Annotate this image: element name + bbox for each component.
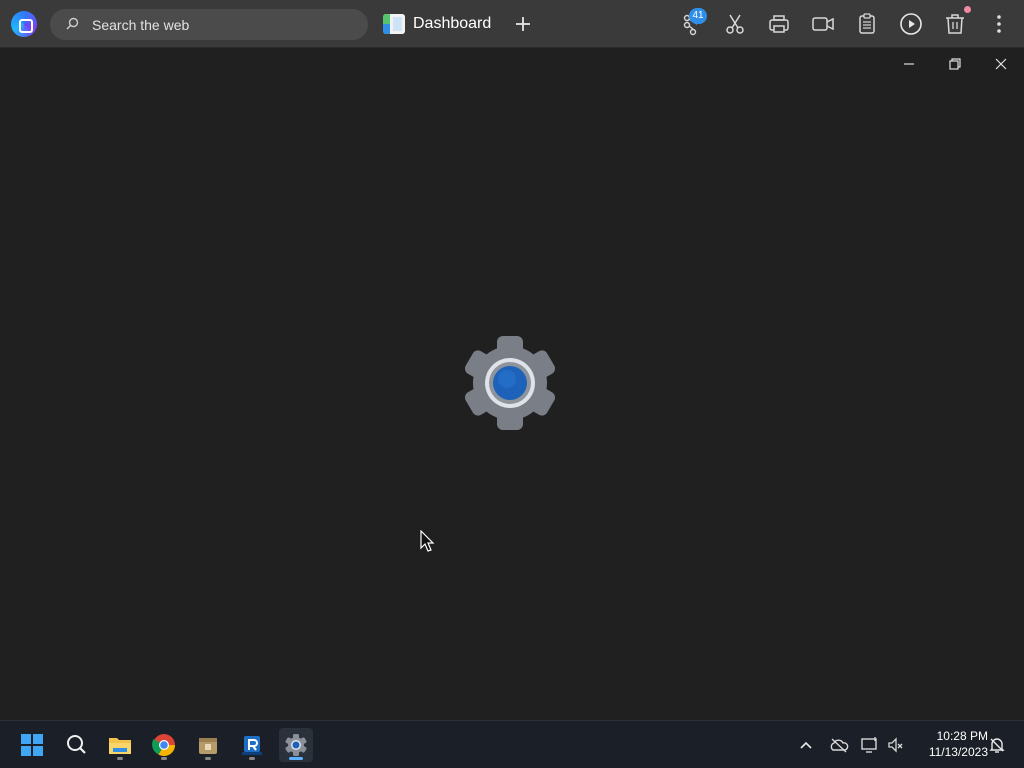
settings-splash-gear-icon: [457, 333, 563, 433]
browser-toolbar: Search the web Dashboard 41: [0, 0, 1024, 48]
mouse-cursor-icon: [420, 530, 435, 552]
play-icon[interactable]: [899, 12, 923, 36]
video-icon[interactable]: [811, 12, 835, 36]
windows-start-icon[interactable]: [15, 728, 49, 762]
chevron-up-icon[interactable]: [796, 735, 816, 755]
trash-icon[interactable]: [943, 12, 967, 36]
notification-bell-icon[interactable]: [987, 735, 1007, 755]
settings-icon[interactable]: [279, 728, 313, 762]
dashboard-tab-icon: [383, 14, 405, 34]
new-tab-icon[interactable]: [513, 14, 533, 34]
notification-badge: 41: [689, 8, 707, 24]
clipboard-icon[interactable]: [855, 12, 879, 36]
dashboard-tab-title[interactable]: Dashboard: [413, 15, 491, 33]
running-indicator: [117, 757, 123, 760]
printer-icon[interactable]: [767, 12, 791, 36]
file-explorer-icon[interactable]: [103, 728, 137, 762]
network-monitor-icon[interactable]: [860, 735, 880, 755]
search-placeholder: Search the web: [92, 17, 190, 33]
package-icon[interactable]: [191, 728, 225, 762]
taskbar-clock[interactable]: 10:28 PM 11/13/2023: [912, 728, 988, 760]
restore-icon[interactable]: [947, 56, 963, 72]
chrome-icon[interactable]: [147, 728, 181, 762]
scissors-icon[interactable]: [723, 12, 747, 36]
running-indicator: [161, 757, 167, 760]
clock-date: 11/13/2023: [928, 745, 988, 759]
volume-muted-icon[interactable]: [886, 735, 906, 755]
browser-logo-icon[interactable]: [11, 11, 37, 37]
running-indicator: [249, 757, 255, 760]
active-indicator: [289, 757, 303, 760]
search-icon[interactable]: [59, 728, 93, 762]
search-bar[interactable]: Search the web: [50, 9, 368, 40]
search-icon: [66, 17, 79, 30]
trash-alert-dot: [964, 6, 971, 13]
minimize-icon[interactable]: [901, 56, 917, 72]
onedrive-offline-icon[interactable]: [829, 735, 849, 755]
clock-time: 10:28 PM: [936, 729, 988, 743]
more-icon[interactable]: [987, 12, 1011, 36]
r-app-icon[interactable]: [235, 728, 269, 762]
close-icon[interactable]: [993, 56, 1009, 72]
running-indicator: [205, 757, 211, 760]
